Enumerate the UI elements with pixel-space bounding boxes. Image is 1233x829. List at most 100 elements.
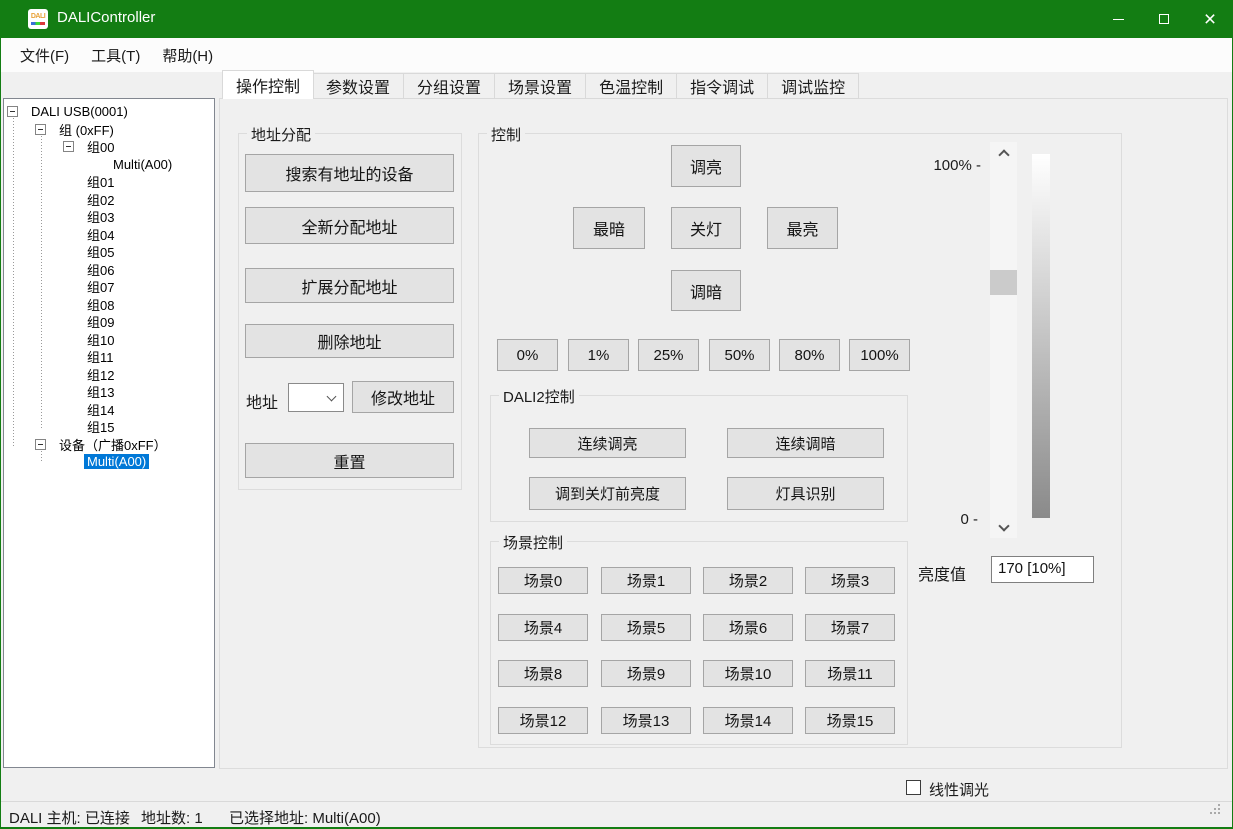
tree-item-group08[interactable]: 组08 xyxy=(4,296,214,314)
dali2-control-group-title: DALI2控制 xyxy=(499,386,579,407)
tab-color-temp-control[interactable]: 色温控制 xyxy=(586,73,677,99)
max-brightness-button[interactable]: 最亮 xyxy=(767,207,838,249)
scene-14-button[interactable]: 场景14 xyxy=(703,707,793,734)
resize-grip-icon[interactable] xyxy=(1218,812,1220,814)
percent-25-button[interactable]: 25% xyxy=(638,339,699,371)
status-selected-address: 已选择地址: Multi(A00) xyxy=(229,807,381,828)
recall-pre-off-brightness-button[interactable]: 调到关灯前亮度 xyxy=(529,477,686,510)
tree-item-group-root[interactable]: 组 (0xFF) xyxy=(4,121,214,139)
tree-item-group12[interactable]: 组12 xyxy=(4,366,214,384)
assign-extend-address-button[interactable]: 扩展分配地址 xyxy=(245,268,454,303)
dim-up-button[interactable]: 调亮 xyxy=(671,145,741,187)
tree-collapse-icon[interactable] xyxy=(7,106,18,117)
maximize-icon xyxy=(1159,14,1169,24)
brightness-scrollbar[interactable] xyxy=(990,142,1017,538)
scene-8-button[interactable]: 场景8 xyxy=(498,660,588,687)
menu-tools[interactable]: 工具(T) xyxy=(80,39,151,72)
status-bar: DALI 主机: 已连接 地址数: 1 已选择地址: Multi(A00) xyxy=(1,801,1232,827)
brightness-value-label: 亮度值 xyxy=(918,561,966,585)
percent-0-button[interactable]: 0% xyxy=(497,339,558,371)
tree-item-multi-a00[interactable]: Multi(A00) xyxy=(4,156,214,174)
scene-2-button[interactable]: 场景2 xyxy=(703,567,793,594)
tree-item-group03[interactable]: 组03 xyxy=(4,208,214,226)
tree-item-group14[interactable]: 组14 xyxy=(4,401,214,419)
tree-item-group06[interactable]: 组06 xyxy=(4,261,214,279)
tab-operation-control[interactable]: 操作控制 xyxy=(222,70,314,99)
tree-item-group11[interactable]: 组11 xyxy=(4,348,214,366)
app-logo-text: DALI xyxy=(31,13,45,21)
brightness-value-field[interactable]: 170 [10%] xyxy=(991,556,1094,583)
tree-item-group01[interactable]: 组01 xyxy=(4,173,214,191)
address-label: 地址 xyxy=(246,389,278,413)
brightness-0-label: 0 - xyxy=(900,511,978,528)
dim-down-button[interactable]: 调暗 xyxy=(671,270,741,311)
tree-item-group04[interactable]: 组04 xyxy=(4,226,214,244)
menu-file[interactable]: 文件(F) xyxy=(9,39,80,72)
scene-4-button[interactable]: 场景4 xyxy=(498,614,588,641)
scene-7-button[interactable]: 场景7 xyxy=(805,614,895,641)
tree-collapse-icon[interactable] xyxy=(63,141,74,152)
scene-12-button[interactable]: 场景12 xyxy=(498,707,588,734)
maximize-button[interactable] xyxy=(1141,0,1187,38)
tree-item-group10[interactable]: 组10 xyxy=(4,331,214,349)
close-icon: × xyxy=(1204,9,1216,30)
assign-new-address-button[interactable]: 全新分配地址 xyxy=(245,207,454,244)
app-window: DALI DALIController × 文件(F) 工具(T) 帮助(H) … xyxy=(0,0,1233,829)
status-address-count: 地址数: 1 xyxy=(141,807,203,828)
scene-13-button[interactable]: 场景13 xyxy=(601,707,691,734)
search-addressed-devices-button[interactable]: 搜索有地址的设备 xyxy=(245,154,454,192)
tab-grouping-settings[interactable]: 分组设置 xyxy=(404,73,495,99)
tab-parameter-settings[interactable]: 参数设置 xyxy=(313,73,404,99)
linear-dimming-label: 线性调光 xyxy=(929,779,989,800)
tree-collapse-icon[interactable] xyxy=(35,439,46,450)
scene-11-button[interactable]: 场景11 xyxy=(805,660,895,687)
tree-collapse-icon[interactable] xyxy=(35,124,46,135)
scene-5-button[interactable]: 场景5 xyxy=(601,614,691,641)
tree-item-group05[interactable]: 组05 xyxy=(4,243,214,261)
modify-address-button[interactable]: 修改地址 xyxy=(352,381,454,413)
status-host-connection: DALI 主机: 已连接 xyxy=(9,807,130,828)
reset-button[interactable]: 重置 xyxy=(245,443,454,478)
min-brightness-button[interactable]: 最暗 xyxy=(573,207,645,249)
scene-1-button[interactable]: 场景1 xyxy=(601,567,691,594)
menu-bar: 文件(F) 工具(T) 帮助(H) xyxy=(1,38,1232,72)
device-tree: DALI USB(0001) 组 (0xFF) 组00 Multi(A00) 组… xyxy=(3,98,215,768)
percent-50-button[interactable]: 50% xyxy=(709,339,770,371)
continuous-dim-up-button[interactable]: 连续调亮 xyxy=(529,428,686,458)
tab-command-debug[interactable]: 指令调试 xyxy=(677,73,768,99)
scene-0-button[interactable]: 场景0 xyxy=(498,567,588,594)
tree-item-group15[interactable]: 组15 xyxy=(4,418,214,436)
light-off-button[interactable]: 关灯 xyxy=(671,207,741,249)
window-border-left xyxy=(0,38,1,829)
brightness-scrollbar-thumb[interactable] xyxy=(990,270,1017,295)
close-button[interactable]: × xyxy=(1187,0,1233,38)
menu-help[interactable]: 帮助(H) xyxy=(151,39,224,72)
percent-1-button[interactable]: 1% xyxy=(568,339,629,371)
scene-9-button[interactable]: 场景9 xyxy=(601,660,691,687)
scene-3-button[interactable]: 场景3 xyxy=(805,567,895,594)
tree-item-group00[interactable]: 组00 xyxy=(4,138,214,156)
app-icon: DALI xyxy=(28,9,48,29)
linear-dimming-checkbox[interactable] xyxy=(906,780,921,795)
brightness-gradient-bar xyxy=(1032,154,1050,518)
delete-address-button[interactable]: 删除地址 xyxy=(245,324,454,358)
tree-item-group13[interactable]: 组13 xyxy=(4,383,214,401)
address-combobox[interactable] xyxy=(288,383,344,412)
percent-100-button[interactable]: 100% xyxy=(849,339,910,371)
continuous-dim-down-button[interactable]: 连续调暗 xyxy=(727,428,884,458)
scene-15-button[interactable]: 场景15 xyxy=(805,707,895,734)
luminaire-identify-button[interactable]: 灯具识别 xyxy=(727,477,884,510)
tab-scene-settings[interactable]: 场景设置 xyxy=(495,73,586,99)
tree-item-dali-usb[interactable]: DALI USB(0001) xyxy=(4,103,214,121)
percent-80-button[interactable]: 80% xyxy=(779,339,840,371)
tree-item-device-broadcast[interactable]: 设备（广播0xFF） xyxy=(4,436,214,454)
tree-item-multi-a00-selected[interactable]: Multi(A00) xyxy=(4,453,214,471)
tab-debug-monitor[interactable]: 调试监控 xyxy=(768,73,859,99)
tree-item-group07[interactable]: 组07 xyxy=(4,278,214,296)
minimize-button[interactable] xyxy=(1095,0,1141,38)
scene-6-button[interactable]: 场景6 xyxy=(703,614,793,641)
tree-item-group02[interactable]: 组02 xyxy=(4,191,214,209)
app-logo-bar xyxy=(31,22,45,25)
tree-item-group09[interactable]: 组09 xyxy=(4,313,214,331)
scene-10-button[interactable]: 场景10 xyxy=(703,660,793,687)
